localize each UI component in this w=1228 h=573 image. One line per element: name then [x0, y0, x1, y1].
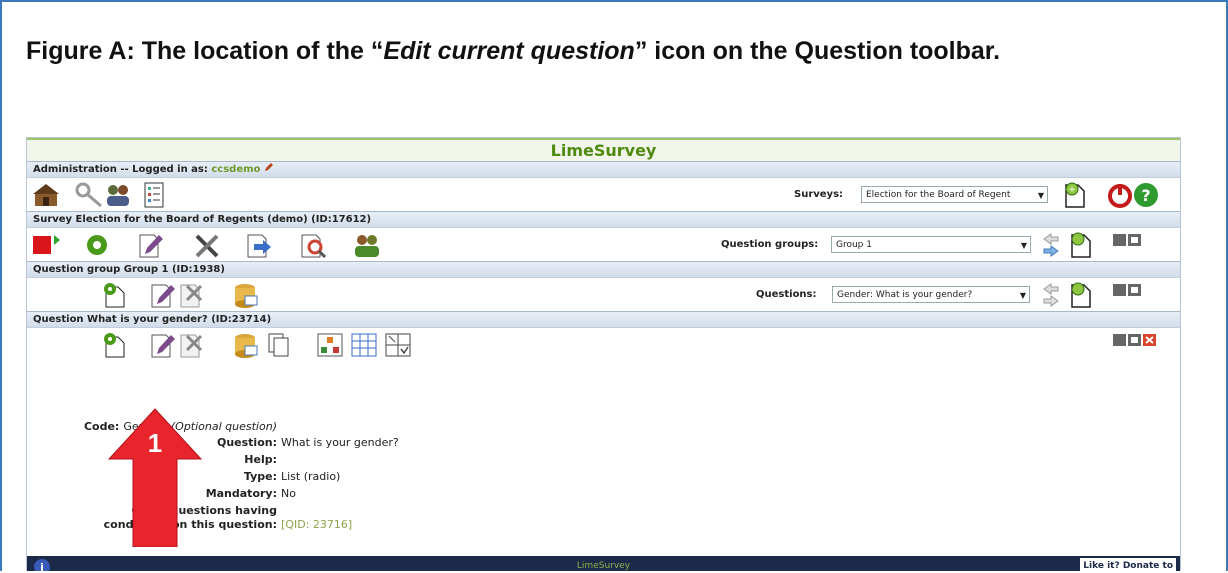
delete-question-icon[interactable] — [177, 332, 207, 358]
app-title: LimeSurvey — [27, 138, 1180, 161]
question-bar-header: Question What is your gender? (ID:23714) — [27, 311, 1180, 328]
figure-frame: Figure A: The location of the “Edit curr… — [0, 0, 1228, 571]
questions-label: Questions: — [756, 289, 817, 300]
window-controls-icon[interactable] — [1112, 330, 1157, 356]
app-footer: i LimeSurvey Like it? Donate to — [27, 556, 1180, 571]
surveys-label: Surveys: — [794, 189, 844, 200]
group-settings-icon[interactable] — [99, 282, 129, 308]
chevron-down-icon: ▼ — [1037, 191, 1044, 200]
conditions-icon[interactable] — [315, 332, 345, 358]
admin-bar-header: Administration -- Logged in as: ccsdemo — [27, 161, 1180, 178]
settings-gear-icon[interactable] — [82, 232, 112, 258]
add-survey-icon[interactable]: + — [1059, 182, 1089, 208]
chevron-down-icon: ▼ — [1019, 291, 1026, 300]
caption-prefix: Figure A: The location of the “ — [26, 37, 384, 65]
caption-suffix: ” icon on the Question toolbar. — [634, 37, 1001, 65]
detail-question-value: What is your gender? — [281, 436, 399, 449]
add-question-icon[interactable] — [1065, 282, 1095, 308]
question-settings-icon[interactable] — [99, 332, 129, 358]
edit-current-question-icon[interactable] — [149, 332, 179, 358]
key-icon[interactable] — [75, 182, 105, 208]
questions-select[interactable]: Gender: What is your gender? ▼ — [832, 286, 1030, 303]
subquestions-icon[interactable] — [383, 332, 413, 358]
users-icon[interactable] — [103, 182, 133, 208]
footer-text: LimeSurvey — [576, 561, 631, 571]
question-groups-select-value: Group 1 — [836, 240, 872, 250]
copy-question-icon[interactable] — [265, 332, 295, 358]
activate-survey-icon[interactable] — [31, 232, 61, 258]
pencil-icon[interactable] — [264, 162, 274, 172]
export-icon[interactable] — [245, 232, 275, 258]
export-group-icon[interactable] — [231, 282, 261, 308]
donate-button[interactable]: Like it? Donate to — [1080, 558, 1176, 571]
info-icon[interactable]: i — [33, 558, 51, 571]
home-icon[interactable] — [31, 182, 61, 208]
surveys-select-value: Election for the Board of Regent — [866, 190, 1011, 200]
group-bar-header: Question group Group 1 (ID:1938) — [27, 261, 1180, 278]
group-toolbar: Questions: Gender: What is your gender? ▼ — [27, 278, 1180, 311]
list-icon[interactable] — [139, 182, 169, 208]
annotation-arrow: 1 — [107, 408, 203, 547]
detail-conditions-value[interactable]: [QID: 23716] — [281, 518, 352, 531]
export-question-icon[interactable] — [231, 332, 261, 358]
detail-mandatory-value: No — [281, 487, 296, 500]
chevron-down-icon: ▼ — [1020, 241, 1027, 250]
svg-text:i: i — [40, 561, 44, 571]
add-group-icon[interactable] — [1065, 232, 1095, 258]
question-groups-select[interactable]: Group 1 ▼ — [831, 236, 1031, 253]
svg-text:+: + — [1068, 185, 1076, 195]
delete-group-icon[interactable] — [177, 282, 207, 308]
question-toolbar — [27, 328, 1180, 361]
logged-user[interactable]: ccsdemo — [211, 164, 260, 175]
survey-toolbar: Question groups: Group 1 ▼ — [27, 228, 1180, 261]
figure-caption: Figure A: The location of the “Edit curr… — [26, 32, 1146, 70]
admin-toolbar: Surveys: Election for the Board of Regen… — [27, 178, 1180, 211]
minimize-maximize-icon[interactable] — [1112, 280, 1142, 306]
participants-icon[interactable] — [352, 232, 382, 258]
admin-label: Administration -- Logged in as: — [33, 164, 212, 175]
minimize-maximize-icon[interactable] — [1112, 230, 1142, 256]
svg-text:?: ? — [1141, 186, 1150, 205]
questions-select-value: Gender: What is your gender? — [837, 290, 973, 300]
answer-options-icon[interactable] — [349, 332, 379, 358]
edit-group-icon[interactable] — [149, 282, 179, 308]
tools-icon[interactable] — [193, 232, 223, 258]
surveys-select[interactable]: Election for the Board of Regent ▼ — [861, 186, 1048, 203]
help-icon[interactable]: ? — [1131, 182, 1161, 208]
responses-icon[interactable] — [299, 232, 329, 258]
detail-type-value: List (radio) — [281, 470, 341, 483]
caption-italic: Edit current question — [383, 37, 635, 65]
edit-survey-icon[interactable] — [137, 232, 167, 258]
question-groups-label: Question groups: — [721, 239, 819, 250]
survey-bar-header: Survey Election for the Board of Regents… — [27, 211, 1180, 228]
arrow-number: 1 — [148, 428, 162, 458]
